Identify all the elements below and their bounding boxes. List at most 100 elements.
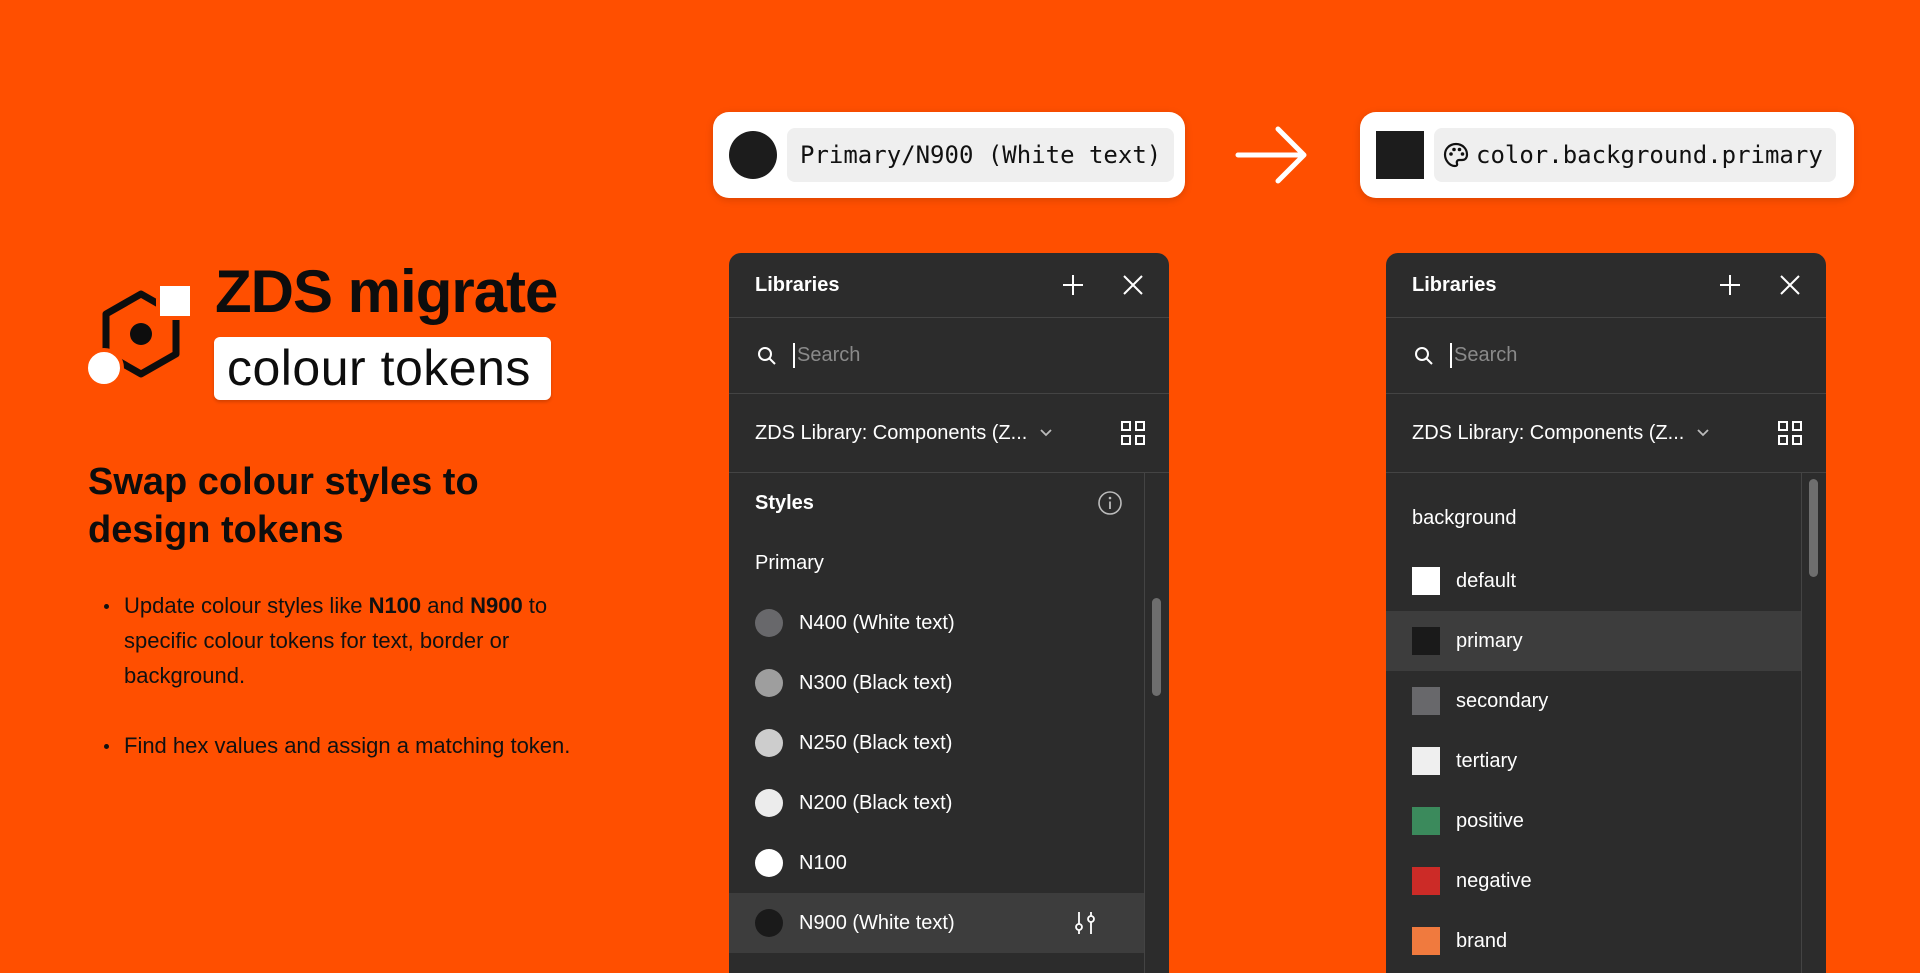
style-swatch [755, 909, 783, 937]
token-item[interactable]: secondary [1386, 671, 1826, 731]
style-swatch [755, 849, 783, 877]
group-label: background [1412, 506, 1517, 529]
token-item-selected[interactable]: primary [1386, 611, 1802, 671]
feature-list: Update colour styles like N100 and N900 … [100, 588, 590, 798]
section-title: Styles [755, 491, 814, 514]
style-swatch [755, 669, 783, 697]
arrow-right-icon [1235, 126, 1307, 184]
styles-list: Styles Primary N400 (White text) N300 (B… [729, 473, 1169, 973]
token-swatch [1412, 927, 1440, 955]
token-swatch [1376, 131, 1424, 179]
library-select[interactable]: ZDS Library: Components (Z... [1412, 422, 1710, 445]
style-swatch [755, 789, 783, 817]
info-icon[interactable] [1097, 490, 1123, 516]
add-button[interactable] [1710, 265, 1750, 305]
token-label: negative [1456, 869, 1532, 892]
token-swatch [1412, 867, 1440, 895]
style-item[interactable]: N200 (Black text) [729, 773, 1169, 833]
search-icon [1415, 346, 1433, 365]
scrollbar-thumb[interactable] [1152, 598, 1161, 696]
app-title: ZDS migrate [215, 258, 558, 325]
style-item[interactable]: N300 (Black text) [729, 653, 1169, 713]
panel-title: Libraries [755, 273, 840, 296]
search-bar [1386, 318, 1826, 394]
library-row: ZDS Library: Components (Z... [729, 394, 1169, 473]
style-label: N100 [799, 851, 847, 874]
feature-item: Update colour styles like N100 and N900 … [100, 588, 590, 693]
search-icon [758, 346, 776, 365]
close-icon [1780, 275, 1800, 295]
add-button[interactable] [1053, 265, 1093, 305]
token-label: brand [1456, 929, 1508, 952]
grid-view-button[interactable] [1770, 413, 1810, 453]
palette-icon [1443, 142, 1469, 168]
scrollbar[interactable] [1144, 473, 1169, 973]
feature-item: Find hex values and assign a matching to… [100, 728, 590, 763]
libraries-panel-styles: Libraries ZDS Library: Components (Z... … [729, 253, 1169, 973]
token-name-wrap: color.background.primary [1434, 128, 1836, 182]
scrollbar[interactable] [1801, 473, 1826, 973]
token-label: positive [1456, 809, 1524, 832]
section-header-styles: Styles [729, 473, 1169, 533]
group-label: Primary [755, 551, 824, 574]
library-name: ZDS Library: Components (Z... [755, 421, 1028, 444]
token-chip: color.background.primary [1360, 112, 1854, 198]
chevron-down-icon [1040, 429, 1052, 437]
token-item[interactable]: brand [1386, 911, 1826, 971]
token-label: tertiary [1456, 749, 1518, 772]
subtitle-badge: colour tokens [214, 337, 551, 400]
close-button[interactable] [1770, 265, 1810, 305]
plus-icon [1720, 275, 1740, 295]
grid-view-icon [1778, 421, 1802, 445]
token-swatch [1412, 627, 1440, 655]
library-select[interactable]: ZDS Library: Components (Z... [755, 422, 1053, 445]
library-row: ZDS Library: Components (Z... [1386, 394, 1826, 473]
token-label: secondary [1456, 689, 1549, 712]
style-swatch [755, 609, 783, 637]
plus-icon [1063, 275, 1083, 295]
style-name: Primary/N900 (White text) [787, 128, 1175, 182]
grid-view-icon [1121, 421, 1145, 445]
panel-header: Libraries [729, 253, 1169, 318]
close-button[interactable] [1113, 265, 1153, 305]
search-input[interactable] [1450, 343, 1756, 368]
token-swatch [1412, 807, 1440, 835]
style-label: N400 (White text) [799, 611, 955, 634]
subtitle: colour tokens [227, 340, 531, 396]
libraries-panel-tokens: Libraries ZDS Library: Components (Z... … [1386, 253, 1826, 973]
panel-header: Libraries [1386, 253, 1826, 318]
token-name: color.background.primary [1476, 141, 1823, 169]
token-label: primary [1456, 629, 1523, 652]
style-swatch [755, 729, 783, 757]
style-item[interactable]: N400 (White text) [729, 593, 1169, 653]
adjust-icon[interactable] [1071, 909, 1099, 937]
tokens-list: background default primary secondary ter… [1386, 473, 1826, 973]
style-item[interactable]: N100 [729, 833, 1169, 893]
style-item[interactable]: N250 (Black text) [729, 713, 1169, 773]
close-icon [1123, 275, 1143, 295]
token-item[interactable]: default [1386, 551, 1826, 611]
token-swatch [1412, 567, 1440, 595]
style-label: N250 (Black text) [799, 731, 953, 754]
style-chip: Primary/N900 (White text) [713, 112, 1185, 198]
grid-view-button[interactable] [1113, 413, 1153, 453]
style-swatch [729, 131, 777, 179]
search-bar [729, 318, 1169, 394]
style-label: N300 (Black text) [799, 671, 953, 694]
page-heading: Swap colour styles to design tokens [88, 461, 479, 551]
token-swatch [1412, 747, 1440, 775]
token-item[interactable]: positive [1386, 791, 1826, 851]
style-item-selected[interactable]: N900 (White text) [729, 893, 1145, 953]
search-input[interactable] [793, 343, 1099, 368]
style-label: N200 (Black text) [799, 791, 953, 814]
token-label: default [1456, 569, 1517, 592]
token-swatch [1412, 687, 1440, 715]
scrollbar-thumb[interactable] [1809, 479, 1818, 577]
panel-title: Libraries [1412, 273, 1497, 296]
chevron-down-icon [1697, 429, 1709, 437]
token-item[interactable]: tertiary [1386, 731, 1826, 791]
token-item[interactable]: negative [1386, 851, 1826, 911]
style-label: N900 (White text) [799, 911, 955, 934]
library-name: ZDS Library: Components (Z... [1412, 421, 1685, 444]
hexagon-logo-icon [86, 282, 194, 388]
